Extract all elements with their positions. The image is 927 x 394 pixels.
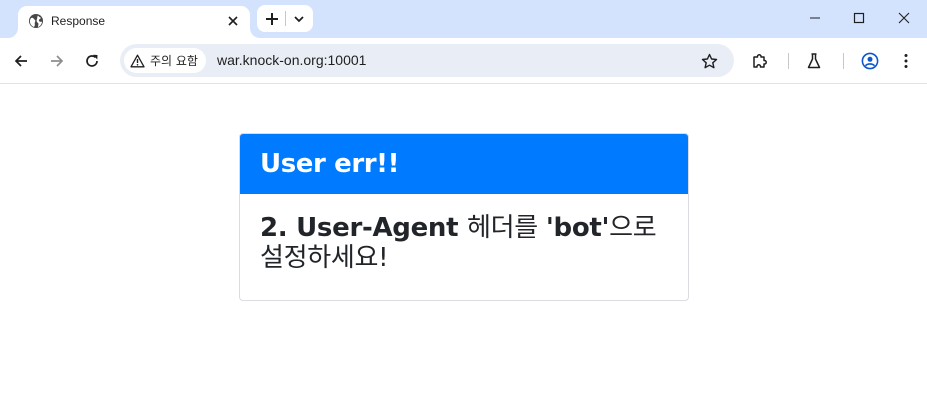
forward-arrow-icon[interactable] xyxy=(43,47,71,75)
tab-strip: Response xyxy=(0,0,927,38)
labs-flask-icon[interactable] xyxy=(801,48,827,74)
card-message: 2. User-Agent 헤더를 'bot'으로 설정하세요! xyxy=(240,194,688,273)
error-card: User err!! 2. User-Agent 헤더를 'bot'으로 설정하… xyxy=(239,133,689,301)
close-tab-icon[interactable] xyxy=(224,12,242,30)
maximize-icon[interactable] xyxy=(836,0,882,36)
reload-icon[interactable] xyxy=(78,47,106,75)
security-label: 주의 요함 xyxy=(150,53,198,68)
message-bold: 'bot' xyxy=(545,213,610,243)
more-menu-icon[interactable] xyxy=(893,48,919,74)
toolbar-divider xyxy=(843,53,844,69)
tab-response[interactable]: Response xyxy=(18,6,250,38)
address-bar[interactable]: 주의 요함 war.knock-on.org:10001 xyxy=(120,44,734,77)
url-text[interactable]: war.knock-on.org:10001 xyxy=(217,52,366,69)
plus-icon[interactable] xyxy=(259,7,285,30)
new-tab-group xyxy=(257,5,313,32)
bookmark-star-icon[interactable] xyxy=(698,50,720,72)
browser-toolbar: 주의 요함 war.knock-on.org:10001 xyxy=(0,38,927,84)
globe-icon xyxy=(28,13,44,29)
minimize-icon[interactable] xyxy=(792,0,838,36)
chevron-down-icon[interactable] xyxy=(287,7,311,30)
security-chip[interactable]: 주의 요함 xyxy=(124,48,206,73)
message-prefix: 2. User-Agent xyxy=(260,213,468,243)
extensions-puzzle-icon[interactable] xyxy=(747,48,773,74)
message-middle: 헤더를 xyxy=(467,213,546,243)
card-header: User err!! xyxy=(240,134,688,194)
tab-title: Response xyxy=(51,14,106,28)
divider xyxy=(285,11,286,26)
back-arrow-icon[interactable] xyxy=(7,47,35,75)
warning-icon xyxy=(130,54,145,68)
profile-avatar-icon[interactable] xyxy=(857,48,883,74)
close-window-icon[interactable] xyxy=(881,0,927,36)
toolbar-divider xyxy=(788,53,789,69)
